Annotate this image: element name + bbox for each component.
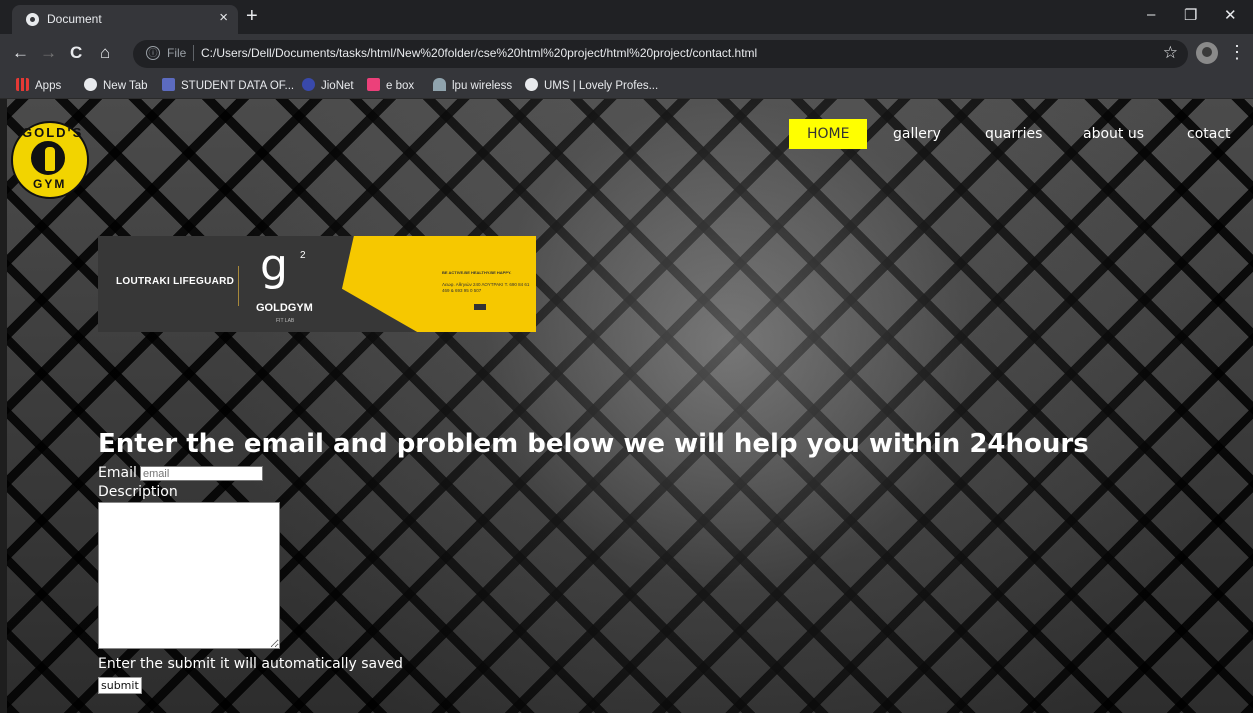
apps-grid-icon [16,78,29,91]
profile-avatar[interactable] [1196,42,1218,64]
tab-strip: Document × + – ❐ ✕ [0,0,1253,34]
banner-sub: FIT LAB [276,318,295,324]
bookmark-ums[interactable]: UMS | Lovely Profes... [525,78,658,92]
banner-g-superscript: 2 [300,250,306,261]
golds-gym-logo[interactable]: GOLD'S GYM [11,121,89,199]
promo-banner: LOUTRAKI LIFEGUARD g 2 GOLDGYM FIT LAB B… [98,236,536,332]
bookmark-student-data[interactable]: STUDENT DATA OF... [162,78,294,92]
logo-text-bottom: GYM [33,177,67,191]
bookmarks-bar: Apps New Tab STUDENT DATA OF... JioNet e… [0,74,1253,99]
bookmark-lpu-wireless[interactable]: lpu wireless [433,78,512,92]
logo-emblem [29,139,67,177]
info-icon[interactable]: ⓘ [146,46,160,60]
banner-divider [238,266,239,306]
url-divider [193,45,194,61]
autosave-note: Enter the submit it will automatically s… [98,656,403,672]
submit-button[interactable]: submit [98,677,142,694]
forward-icon[interactable]: → [40,44,57,62]
bookmark-ebox[interactable]: e box [367,78,414,92]
home-icon[interactable]: ⌂ [100,44,110,62]
email-label: Email [98,465,137,481]
list-icon [162,78,175,91]
bookmark-new-tab[interactable]: New Tab [84,78,148,92]
banner-tagline: BE ACTIVE.BE HEALTHY.BE HAPPY. [442,270,512,275]
contact-heading: Enter the email and problem below we wil… [98,429,1089,459]
new-tab-button[interactable]: + [246,6,258,26]
bookmark-apps[interactable]: Apps [16,78,61,92]
back-icon[interactable]: ← [12,44,29,62]
restore-icon[interactable]: ❐ [1184,6,1197,24]
globe-icon [525,78,538,91]
email-field[interactable] [140,466,263,481]
banner-address: Λεωφ. Αθηνών 240 ΛΟΥΤΡΑΚΙ T. 690 84 61 4… [442,282,530,293]
description-label: Description [98,484,178,500]
browser-tab[interactable]: Document × [12,5,238,34]
menu-icon[interactable]: ⋮ [1228,42,1246,63]
minimize-icon[interactable]: – [1147,6,1155,23]
bodybuilder-icon [45,147,55,171]
browser-toolbar: ← → C ⌂ ⓘ File C:/Users/Dell/Documents/t… [0,34,1253,74]
banner-g-mark: g [260,240,288,291]
globe-icon [84,78,97,91]
close-window-icon[interactable]: ✕ [1224,6,1237,24]
description-textarea[interactable] [98,502,280,649]
page-viewport: GOLD'S GYM HOME gallery quarries about u… [7,99,1253,713]
bookmark-jionet[interactable]: JioNet [302,78,354,92]
banner-lifeguard-text: LOUTRAKI LIFEGUARD [116,276,235,287]
address-bar[interactable]: ⓘ File C:/Users/Dell/Documents/tasks/htm… [133,40,1188,68]
tab-title: Document [47,12,102,26]
globe-icon [26,13,39,26]
url-scheme: File [167,46,187,60]
url-text[interactable]: C:/Users/Dell/Documents/tasks/html/New%2… [201,46,757,60]
ebox-icon [367,78,380,91]
logo-text-top: GOLD'S [22,125,84,140]
nav-quarries[interactable]: quarries [985,119,1042,149]
nav-contact[interactable]: cotact [1187,119,1231,149]
jio-icon [302,78,315,91]
bookmark-star-icon[interactable]: ☆ [1163,43,1178,63]
reload-icon[interactable]: C [70,44,82,62]
nav-home[interactable]: HOME [789,119,868,149]
social-icons [474,304,486,310]
close-tab-icon[interactable]: × [219,9,228,26]
wifi-icon [433,78,446,91]
nav-about-us[interactable]: about us [1083,119,1144,149]
banner-brand: GOLDGYM [256,302,313,314]
nav-gallery[interactable]: gallery [893,119,941,149]
